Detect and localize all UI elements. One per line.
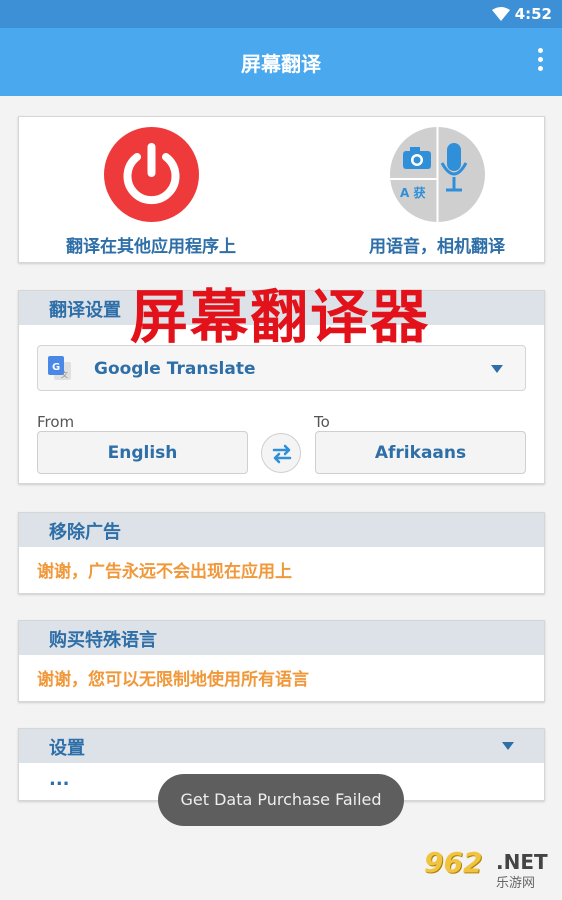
status-bar: 4:52 — [0, 0, 562, 28]
voice-camera-translate-label: 用语音，相机翻译 — [369, 237, 505, 257]
remove-ads-card[interactable]: 移除广告 谢谢，广告永远不会出现在应用上 — [18, 512, 545, 594]
swap-languages-button[interactable] — [261, 433, 301, 473]
swap-icon — [272, 444, 292, 464]
status-time: 4:52 — [514, 5, 552, 23]
engine-name: Google Translate — [94, 359, 256, 379]
svg-text:文: 文 — [61, 370, 68, 379]
voice-camera-translate-button[interactable]: A 获 用语音，相机翻译 — [337, 127, 537, 257]
watermark-logo: 962 .NET 乐游网 — [424, 846, 554, 894]
special-languages-header: 购买特殊语言 — [19, 621, 544, 655]
to-label: To — [314, 413, 330, 431]
overlay-title: 屏幕翻译器 — [130, 283, 431, 351]
power-icon — [103, 127, 199, 222]
translate-other-apps-label: 翻译在其他应用程序上 — [66, 237, 236, 257]
watermark-number: 962 — [424, 846, 483, 879]
to-language-button[interactable]: Afrikaans — [315, 431, 526, 474]
camera-mic-icon-letters: A 获 — [400, 185, 425, 200]
chevron-down-icon — [502, 742, 514, 750]
watermark-net: .NET — [496, 850, 548, 874]
remove-ads-header: 移除广告 — [19, 513, 544, 547]
google-translate-icon: G 文 — [48, 356, 72, 382]
camera-mic-icon: A 获 — [389, 127, 485, 222]
preferences-header-label: 设置 — [49, 738, 85, 759]
watermark-sub: 乐游网 — [496, 876, 536, 891]
more-vert-icon[interactable] — [536, 48, 544, 76]
app-bar: 屏幕翻译 — [0, 28, 562, 96]
preferences-header[interactable]: 设置 — [19, 729, 544, 763]
special-languages-card[interactable]: 购买特殊语言 谢谢，您可以无限制地使用所有语言 — [18, 620, 545, 702]
actions-card: 翻译在其他应用程序上 A 获 用语音，相机翻译 — [18, 116, 545, 263]
special-languages-text: 谢谢，您可以无限制地使用所有语言 — [37, 670, 309, 690]
remove-ads-text: 谢谢，广告永远不会出现在应用上 — [37, 562, 292, 582]
app-title: 屏幕翻译 — [241, 52, 321, 76]
svg-text:G: G — [52, 362, 60, 373]
from-language-button[interactable]: English — [37, 431, 248, 474]
wifi-icon — [492, 7, 510, 25]
chevron-down-icon — [491, 365, 503, 373]
toast-message: Get Data Purchase Failed — [158, 774, 404, 826]
translate-other-apps-button[interactable]: 翻译在其他应用程序上 — [51, 127, 251, 257]
from-label: From — [37, 413, 75, 431]
